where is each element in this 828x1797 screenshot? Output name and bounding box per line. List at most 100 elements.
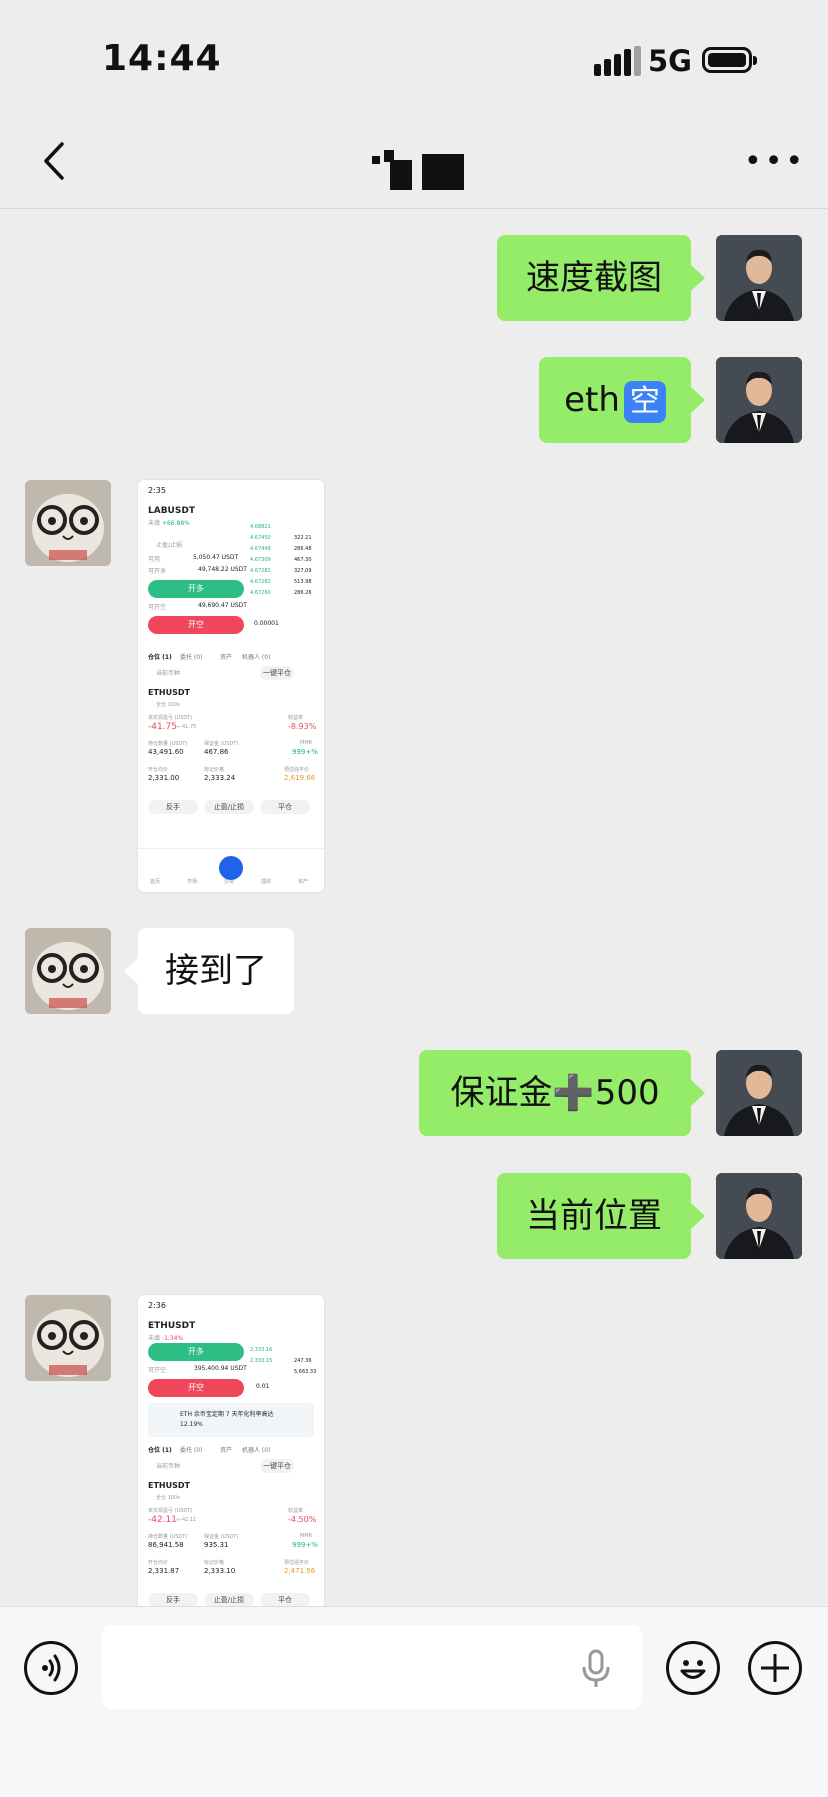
shot-liq-label: 预估强平价 <box>284 1560 310 1566</box>
orderbook-size: 286.26 <box>294 590 312 596</box>
message-bubble[interactable]: 速度截图 <box>497 235 705 321</box>
microphone-icon[interactable] <box>580 1649 612 1689</box>
shot-tab: 委托 (0) <box>180 654 203 661</box>
orderbook-price: 4.67449 <box>250 546 271 552</box>
shot-mark: 2,333.24 <box>204 774 236 782</box>
shot-open: 49,748.22 USDT <box>198 566 247 573</box>
shot-time: 2:35 <box>148 486 166 495</box>
shot-trade-icon <box>219 856 243 880</box>
shot-pair: LABUSDT <box>148 506 195 516</box>
shot-short-open: 395,400.94 USDT <box>194 1365 247 1372</box>
shot-action: 平仓 <box>260 800 310 814</box>
shot-change-prefix: 未填 <box>148 520 161 527</box>
shot-pos-tags: 全仓 100x <box>156 702 181 708</box>
back-arrow-icon[interactable] <box>34 138 80 184</box>
shot-liq-label: 预估强平价 <box>284 767 310 773</box>
shot-tab: 资产 <box>220 654 233 661</box>
shot-qty: 0.01 <box>256 1383 270 1390</box>
trading-screenshot[interactable]: 2:36 ETHUSDT 未填 -1.34% 开多 可开空 395,400.94… <box>138 1295 324 1606</box>
shot-roe: -8.93% <box>288 722 317 731</box>
voice-toggle-icon[interactable] <box>24 1641 78 1695</box>
orderbook-price: 4.67309 <box>250 557 271 563</box>
shot-margin-label: 保证金 (USDT) <box>204 1534 239 1540</box>
orderbook-size: 286.48 <box>294 546 312 552</box>
shot-mmr: 999+% <box>292 748 318 756</box>
battery-icon <box>702 47 757 73</box>
shot-roe-label: 收益率 <box>288 715 304 721</box>
shot-margin-label: 保证金 (USDT) <box>204 741 239 747</box>
shot-roe-label: 收益率 <box>288 1508 304 1514</box>
shot-promo-text: ETH 余币宝定期 7 天年化利率高达 <box>180 1411 274 1418</box>
shot-mark-label: 标记价格 <box>204 1560 225 1566</box>
shot-nav-item: 资产 <box>298 879 309 885</box>
shot-change: +66.88% <box>161 520 190 527</box>
shot-entry: 2,331.00 <box>148 774 180 782</box>
shot-short-open: 49,690.47 USDT <box>198 602 247 609</box>
shot-mmr-label: MMR <box>300 740 313 746</box>
avatar[interactable] <box>716 1050 802 1136</box>
shot-upnl-label: 未实现盈亏 (USDT) <box>148 715 193 721</box>
shot-promo: ETH 余币宝定期 7 天年化利率高达 12.19% <box>148 1403 314 1437</box>
orderbook-price: 2,333.15 <box>250 1358 273 1364</box>
message-text: eth <box>564 380 620 420</box>
shot-action: 反手 <box>148 1593 198 1606</box>
shot-close-all: 一键平仓 <box>260 666 294 680</box>
more-options-icon[interactable]: ••• <box>744 144 803 179</box>
shot-size: 86,941.58 <box>148 1541 184 1549</box>
shot-pos-tags: 全仓 100x <box>156 1495 181 1501</box>
shot-tab: 委托 (0) <box>180 1447 203 1454</box>
shot-qty: 0.00001 <box>254 620 279 627</box>
orderbook-size: 247.36 <box>294 1358 312 1364</box>
signal-icon <box>594 46 641 76</box>
shot-buy-button: 开多 <box>148 580 244 598</box>
message-bubble[interactable]: 保证金➕500 <box>419 1050 705 1136</box>
shot-open-label: 可开多 <box>148 568 167 575</box>
shot-entry: 2,331.87 <box>148 1567 180 1575</box>
orderbook-price: 4.67282 <box>250 579 271 585</box>
orderbook-price: 2,333.16 <box>250 1347 273 1353</box>
shot-nav-item: 市场 <box>187 879 198 885</box>
shot-upnl: -41.75 <box>148 722 178 732</box>
emoji-kong: 空 <box>623 380 666 423</box>
shot-buy-button: 开多 <box>148 1343 244 1361</box>
avatar[interactable] <box>25 928 111 1014</box>
shot-mode: 止盈/止损 <box>156 542 183 549</box>
shot-avail: 5,050.47 USDT <box>193 554 239 561</box>
shot-avail-label: 可用 <box>148 556 161 563</box>
orderbook-price: 4.67260 <box>250 590 271 596</box>
shot-upnl-sub: ≈-41.75 <box>176 724 197 730</box>
shot-upnl-label: 未实现盈亏 (USDT) <box>148 1508 193 1514</box>
shot-size-label: 持仓数量 (USDT) <box>148 741 188 747</box>
message-input[interactable] <box>102 1625 642 1709</box>
shot-short-label: 可开空 <box>148 604 167 611</box>
avatar[interactable] <box>716 1173 802 1259</box>
shot-roe: -4.50% <box>288 1515 317 1524</box>
avatar[interactable] <box>716 357 802 443</box>
shot-position: ETHUSDT <box>148 1481 190 1490</box>
status-bar: 14:44 5G <box>0 0 828 120</box>
status-time: 14:44 <box>102 38 222 79</box>
message-bubble[interactable]: eth 空 <box>539 357 705 443</box>
message-bubble[interactable]: 接到了 <box>124 928 294 1014</box>
emoji-icon[interactable] <box>666 1641 720 1695</box>
shot-change-prefix: 未填 <box>148 1335 161 1342</box>
shot-tab: 仓位 (1) <box>148 1447 172 1454</box>
avatar[interactable] <box>25 480 111 566</box>
orderbook-size: 513.98 <box>294 579 312 585</box>
shot-margin: 935.31 <box>204 1541 229 1549</box>
shot-nav-item: 理财 <box>261 879 272 885</box>
avatar[interactable] <box>716 235 802 321</box>
shot-time: 2:36 <box>148 1301 166 1310</box>
plus-icon[interactable] <box>748 1641 802 1695</box>
avatar[interactable] <box>25 1295 111 1381</box>
shot-sell-button: 开空 <box>148 616 244 634</box>
shot-tab: 机器人 (0) <box>242 654 271 661</box>
shot-action: 平仓 <box>260 1593 310 1606</box>
orderbook-price: 4.68821 <box>250 524 271 530</box>
shot-mmr: 999+% <box>292 1541 318 1549</box>
shot-action: 止盈/止损 <box>204 1593 254 1606</box>
message-bubble[interactable]: 当前位置 <box>497 1173 705 1259</box>
trading-screenshot[interactable]: 2:35 LABUSDT 未填 +66.88% 止盈/止损 可用 5,050.4… <box>138 480 324 892</box>
input-bar <box>0 1606 828 1797</box>
shot-size-label: 持仓数量 (USDT) <box>148 1534 188 1540</box>
